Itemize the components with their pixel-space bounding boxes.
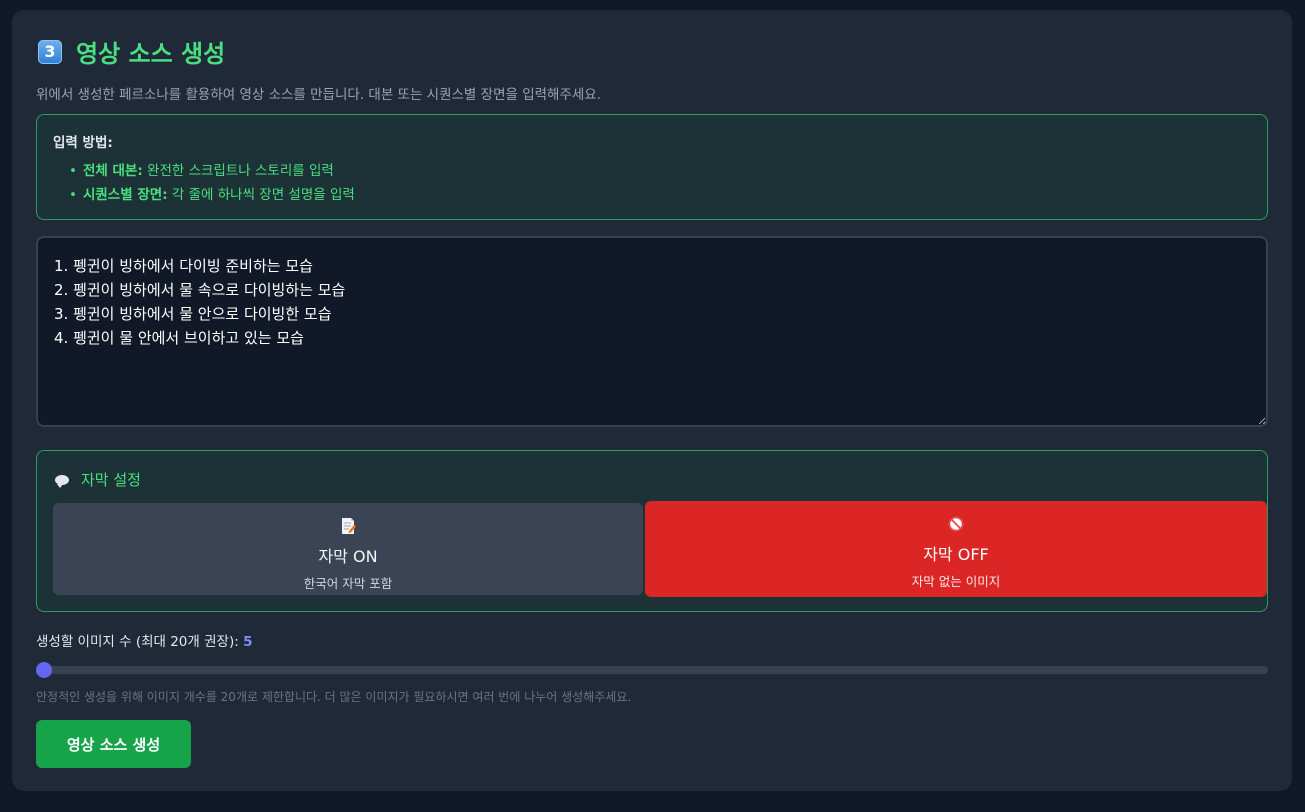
image-count-value: 5 (243, 634, 253, 650)
image-count-label-text: 생성할 이미지 수 (최대 20개 권장): (36, 634, 244, 650)
input-method-info: 입력 방법: • 전체 대본: 완전한 스크립트나 스토리를 입력 • 시퀀스별 장… (36, 114, 1268, 220)
subtitle-on-option[interactable]: 자막 ON 한국어 자막 포함 (53, 503, 643, 595)
subtitle-on-label: 자막 ON (318, 547, 378, 566)
image-count-slider[interactable] (36, 662, 1268, 678)
image-count-hint: 안정적인 생성을 위해 이미지 개수를 20개로 제한합니다. 더 많은 이미지… (36, 690, 632, 704)
input-method-term: 전체 대본: (82, 163, 143, 179)
no-entry-icon (948, 516, 964, 532)
subtitle-off-option[interactable]: 자막 OFF 자막 없는 이미지 (645, 501, 1267, 597)
subtitle-off-label: 자막 OFF (923, 545, 989, 564)
subtitle-settings-heading: 자막 설정 (55, 469, 141, 490)
input-method-term: 시퀀스별 장면: (82, 187, 168, 203)
subtitle-settings: 자막 설정 자막 ON 한국어 자막 포함 자막 OFF 자막 없는 이미지 (36, 450, 1268, 612)
input-method-item: • 전체 대본: 완전한 스크립트나 스토리를 입력 (69, 159, 1251, 183)
section-title: 3 영상 소스 생성 (38, 34, 225, 69)
subtitle-on-sub: 한국어 자막 포함 (303, 576, 393, 591)
video-source-card: 3 영상 소스 생성 위에서 생성한 페르소나를 활용하여 영상 소스를 만듭니… (12, 10, 1292, 791)
bullet-icon: • (69, 163, 77, 179)
input-method-heading: 입력 방법: (53, 135, 113, 151)
memo-icon (342, 518, 356, 534)
input-method-text: 완전한 스크립트나 스토리를 입력 (142, 163, 334, 179)
generate-video-source-button[interactable]: 영상 소스 생성 (36, 720, 191, 768)
input-method-list: • 전체 대본: 완전한 스크립트나 스토리를 입력 • 시퀀스별 장면: 각 줄에… (53, 159, 1251, 207)
subtitle-off-sub: 자막 없는 이미지 (911, 574, 1001, 589)
script-textarea[interactable] (36, 236, 1268, 427)
bullet-icon: • (69, 187, 77, 203)
speech-bubble-icon (55, 474, 69, 488)
image-count-label: 생성할 이미지 수 (최대 20개 권장): 5 (36, 630, 252, 650)
section-title-text: 영상 소스 생성 (76, 40, 226, 68)
subtitle-settings-title: 자막 설정 (81, 471, 141, 489)
input-method-text: 각 줄에 하나씩 장면 설명을 입력 (167, 187, 355, 203)
section-description: 위에서 생성한 페르소나를 활용하여 영상 소스를 만듭니다. 대본 또는 시퀀… (36, 87, 602, 103)
input-method-item: • 시퀀스별 장면: 각 줄에 하나씩 장면 설명을 입력 (69, 183, 1251, 207)
slider-thumb[interactable] (36, 662, 52, 678)
keycap-number-icon: 3 (38, 39, 62, 64)
